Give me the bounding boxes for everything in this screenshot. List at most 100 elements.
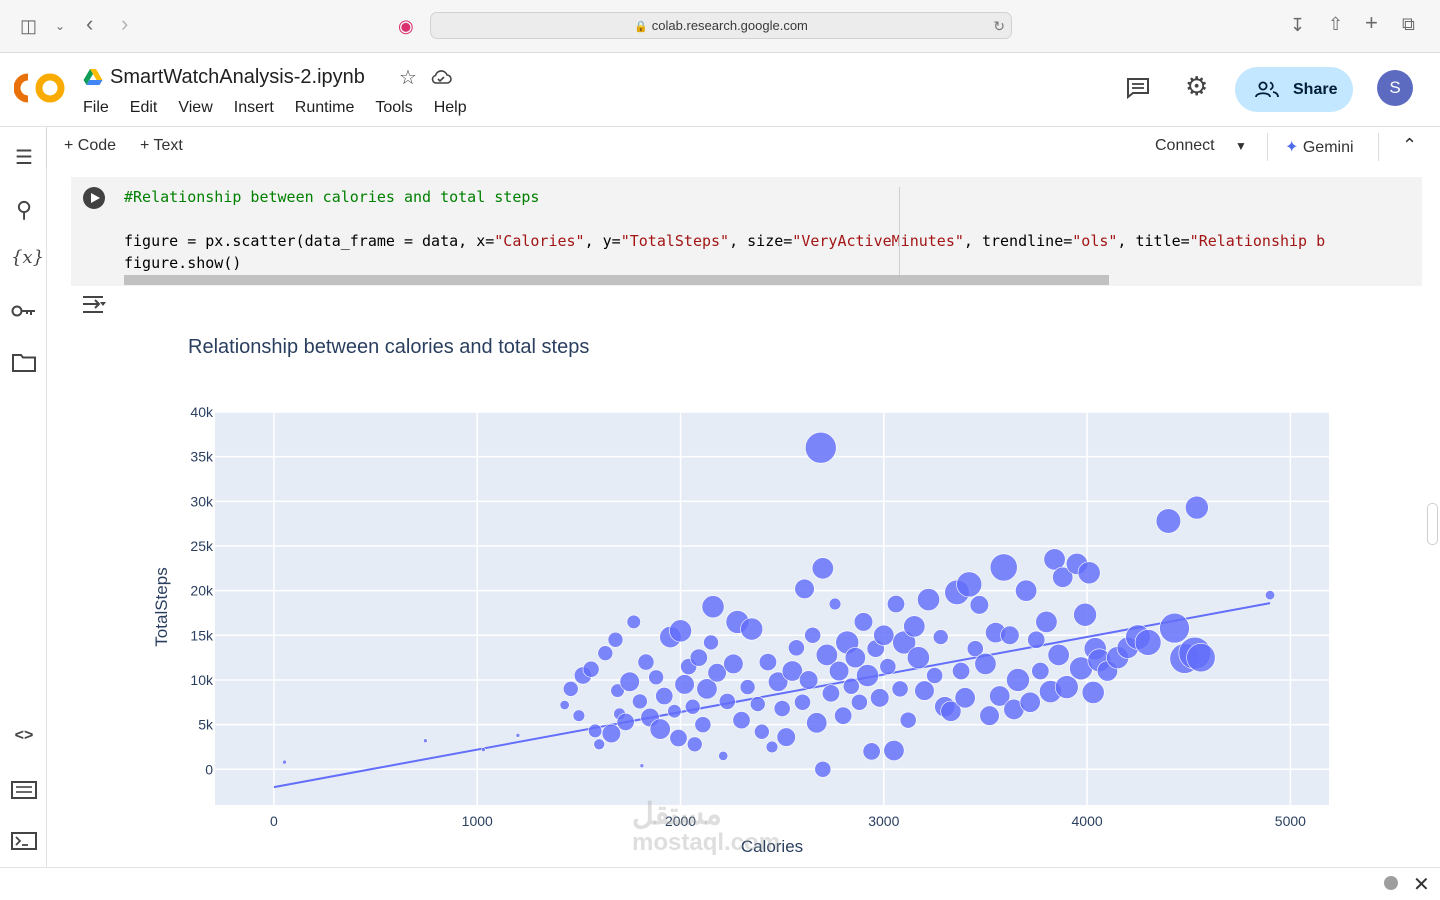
code-line: figure.show() (124, 254, 242, 272)
star-icon[interactable]: ☆ (399, 65, 417, 90)
data-point (703, 634, 719, 651)
notebook-name[interactable]: SmartWatchAnalysis-2.ipynb (110, 66, 365, 89)
data-point (883, 740, 905, 762)
notebook-toolbar: + Code + Text Connect ▼ ✦ Gemini ⌃ (47, 127, 1440, 167)
media-icon[interactable]: ◉ (398, 16, 414, 36)
horizontal-scrollbar[interactable] (124, 275, 1109, 285)
data-point (899, 711, 917, 729)
close-icon[interactable]: ✕ (1413, 872, 1430, 897)
data-point (423, 738, 428, 743)
data-point (862, 742, 881, 761)
cloud-saved-icon[interactable] (430, 69, 452, 85)
data-point (1073, 602, 1097, 627)
colab-logo[interactable] (14, 71, 66, 105)
tabs-icon[interactable]: ⧉ (1402, 14, 1415, 34)
data-point (740, 617, 764, 641)
watermark: مستقل mostaql.com (632, 800, 780, 856)
data-point (481, 747, 486, 752)
browser-toolbar: ◫ ⌄ ‹ › ◉ 🔒 colab.research.google.com ↻ ↧… (0, 0, 1440, 53)
add-text-label: Text (153, 137, 183, 154)
x-tick-label: 5000 (1275, 813, 1306, 829)
data-point (969, 595, 989, 615)
back-icon[interactable]: ‹ (86, 13, 93, 35)
app-header: SmartWatchAnalysis-2.ipynb ☆ File Edit V… (0, 53, 1440, 127)
code-cell[interactable]: #Relationship between calories and total… (71, 177, 1422, 286)
reload-icon[interactable]: ↻ (993, 13, 1005, 39)
data-point (917, 588, 940, 611)
data-point (853, 612, 874, 632)
settings-gear-icon[interactable]: ⚙ (1185, 73, 1208, 99)
terminal-icon[interactable] (11, 832, 37, 850)
code-snippets-icon[interactable]: <> (11, 727, 37, 745)
y-tick-label: 35k (190, 449, 214, 465)
data-point (794, 578, 815, 599)
table-of-contents-icon[interactable]: ☰ (11, 145, 37, 170)
vertical-scrollbar[interactable] (1427, 503, 1438, 545)
y-tick-label: 10k (190, 672, 214, 688)
files-folder-icon[interactable] (12, 353, 36, 372)
data-point (811, 557, 834, 580)
collapse-chevron-up-icon[interactable]: ⌃ (1402, 135, 1417, 156)
data-point (794, 693, 811, 711)
x-tick-label: 0 (270, 813, 278, 829)
menu-runtime[interactable]: Runtime (295, 99, 355, 117)
add-text-button[interactable]: + Text (140, 137, 183, 155)
menu-view[interactable]: View (178, 99, 212, 117)
data-point (842, 677, 860, 695)
menu-file[interactable]: File (83, 99, 109, 117)
secrets-key-icon[interactable] (11, 304, 37, 318)
data-point (649, 718, 671, 740)
data-point (559, 699, 570, 710)
menu-edit[interactable]: Edit (130, 99, 158, 117)
forward-icon[interactable]: › (121, 13, 128, 35)
ruler-line (899, 187, 900, 285)
menu-tools[interactable]: Tools (375, 99, 412, 117)
share-button[interactable]: Share (1235, 67, 1353, 112)
drive-icon (83, 69, 103, 85)
notebook-content: #Relationship between calories and total… (47, 167, 1440, 867)
scatter-chart[interactable]: Relationship between calories and total … (47, 307, 1440, 867)
data-point (765, 740, 779, 754)
menu-insert[interactable]: Insert (234, 99, 274, 117)
data-point (956, 571, 983, 598)
data-point (582, 660, 600, 678)
data-point (856, 664, 879, 687)
comment-icon[interactable] (1126, 77, 1150, 99)
connect-dropdown-icon[interactable]: ▼ (1235, 139, 1247, 153)
data-point (701, 595, 725, 619)
data-point (723, 653, 744, 674)
data-point (989, 553, 1018, 582)
data-point (572, 709, 586, 722)
data-point (798, 670, 819, 690)
new-tab-icon[interactable]: + (1365, 12, 1378, 34)
add-code-button[interactable]: + Code (64, 137, 116, 155)
data-point (1054, 675, 1079, 699)
connect-button[interactable]: Connect (1155, 137, 1215, 155)
address-bar[interactable]: 🔒 colab.research.google.com ↻ (430, 12, 1012, 39)
download-icon[interactable]: ↧ (1290, 15, 1305, 35)
data-point (1019, 691, 1041, 713)
data-point (804, 626, 822, 644)
data-point (648, 669, 664, 686)
data-point (1000, 625, 1020, 645)
y-tick-label: 20k (190, 583, 214, 599)
data-point (974, 652, 997, 675)
data-point (954, 687, 976, 709)
toolbar-divider (1378, 133, 1379, 161)
code-comment-line: #Relationship between calories and total… (124, 188, 540, 206)
data-point (639, 763, 645, 769)
run-cell-play-icon[interactable] (83, 187, 105, 209)
search-icon[interactable]: ⚲ (11, 197, 37, 223)
menu-help[interactable]: Help (434, 99, 467, 117)
variables-icon[interactable]: {x} (11, 247, 44, 268)
command-palette-icon[interactable] (11, 781, 37, 799)
data-point (619, 671, 640, 692)
data-point (597, 645, 614, 661)
chevron-down-icon[interactable]: ⌄ (55, 16, 65, 36)
gemini-button[interactable]: ✦ Gemini (1285, 137, 1354, 157)
avatar[interactable]: S (1377, 70, 1413, 106)
sidebar-toggle-icon[interactable]: ◫ (20, 16, 37, 36)
y-tick-label: 40k (190, 404, 214, 420)
share-icon[interactable]: ⇧ (1328, 14, 1343, 34)
data-point (732, 711, 751, 730)
